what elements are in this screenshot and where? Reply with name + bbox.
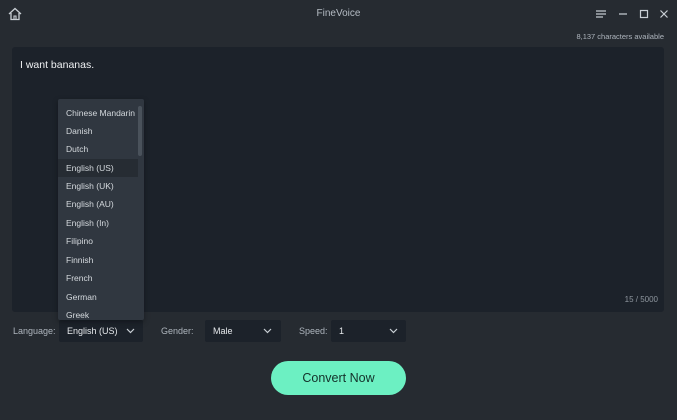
finevoice-window: FineVoice 8,137 characters available I w…	[0, 0, 677, 420]
editor-text[interactable]: I want bananas.	[20, 59, 94, 71]
close-icon[interactable]	[656, 6, 672, 22]
language-option[interactable]: Greek	[58, 306, 138, 320]
gender-select[interactable]: Male	[205, 320, 281, 342]
convert-now-button[interactable]: Convert Now	[271, 361, 406, 395]
language-option[interactable]: Dutch	[58, 140, 138, 158]
language-dropdown: Chinese Mandarin Danish Dutch English (U…	[58, 99, 144, 320]
character-count: 15 / 5000	[624, 295, 658, 304]
language-option[interactable]: English (In)	[58, 214, 138, 232]
language-option-selected[interactable]: English (US)	[58, 159, 138, 177]
language-option[interactable]: Danish	[58, 122, 138, 140]
language-option[interactable]: English (AU)	[58, 195, 138, 213]
minimize-icon[interactable]	[615, 6, 631, 22]
speed-value: 1	[339, 326, 345, 336]
language-value: English (US)	[67, 326, 118, 336]
chevron-down-icon	[389, 328, 398, 334]
window-title: FineVoice	[316, 8, 361, 19]
language-select[interactable]: English (US)	[59, 320, 143, 342]
language-label: Language:	[13, 326, 56, 336]
gender-label: Gender:	[161, 326, 194, 336]
title-bar: FineVoice	[0, 0, 677, 28]
gender-value: Male	[213, 326, 233, 336]
menu-icon[interactable]	[593, 6, 609, 22]
language-option[interactable]: German	[58, 288, 138, 306]
dropdown-scrollbar[interactable]	[138, 106, 142, 156]
language-option[interactable]: Filipino	[58, 232, 138, 250]
speed-select[interactable]: 1	[331, 320, 406, 342]
maximize-icon[interactable]	[636, 6, 652, 22]
language-option[interactable]: Chinese Mandarin	[58, 104, 138, 122]
chevron-down-icon	[126, 328, 135, 334]
speed-label: Speed:	[299, 326, 328, 336]
chevron-down-icon	[263, 328, 272, 334]
language-option[interactable]: English (UK)	[58, 177, 138, 195]
language-option[interactable]: Finnish	[58, 251, 138, 269]
characters-available: 8,137 characters available	[576, 32, 664, 41]
language-option[interactable]: French	[58, 269, 138, 287]
